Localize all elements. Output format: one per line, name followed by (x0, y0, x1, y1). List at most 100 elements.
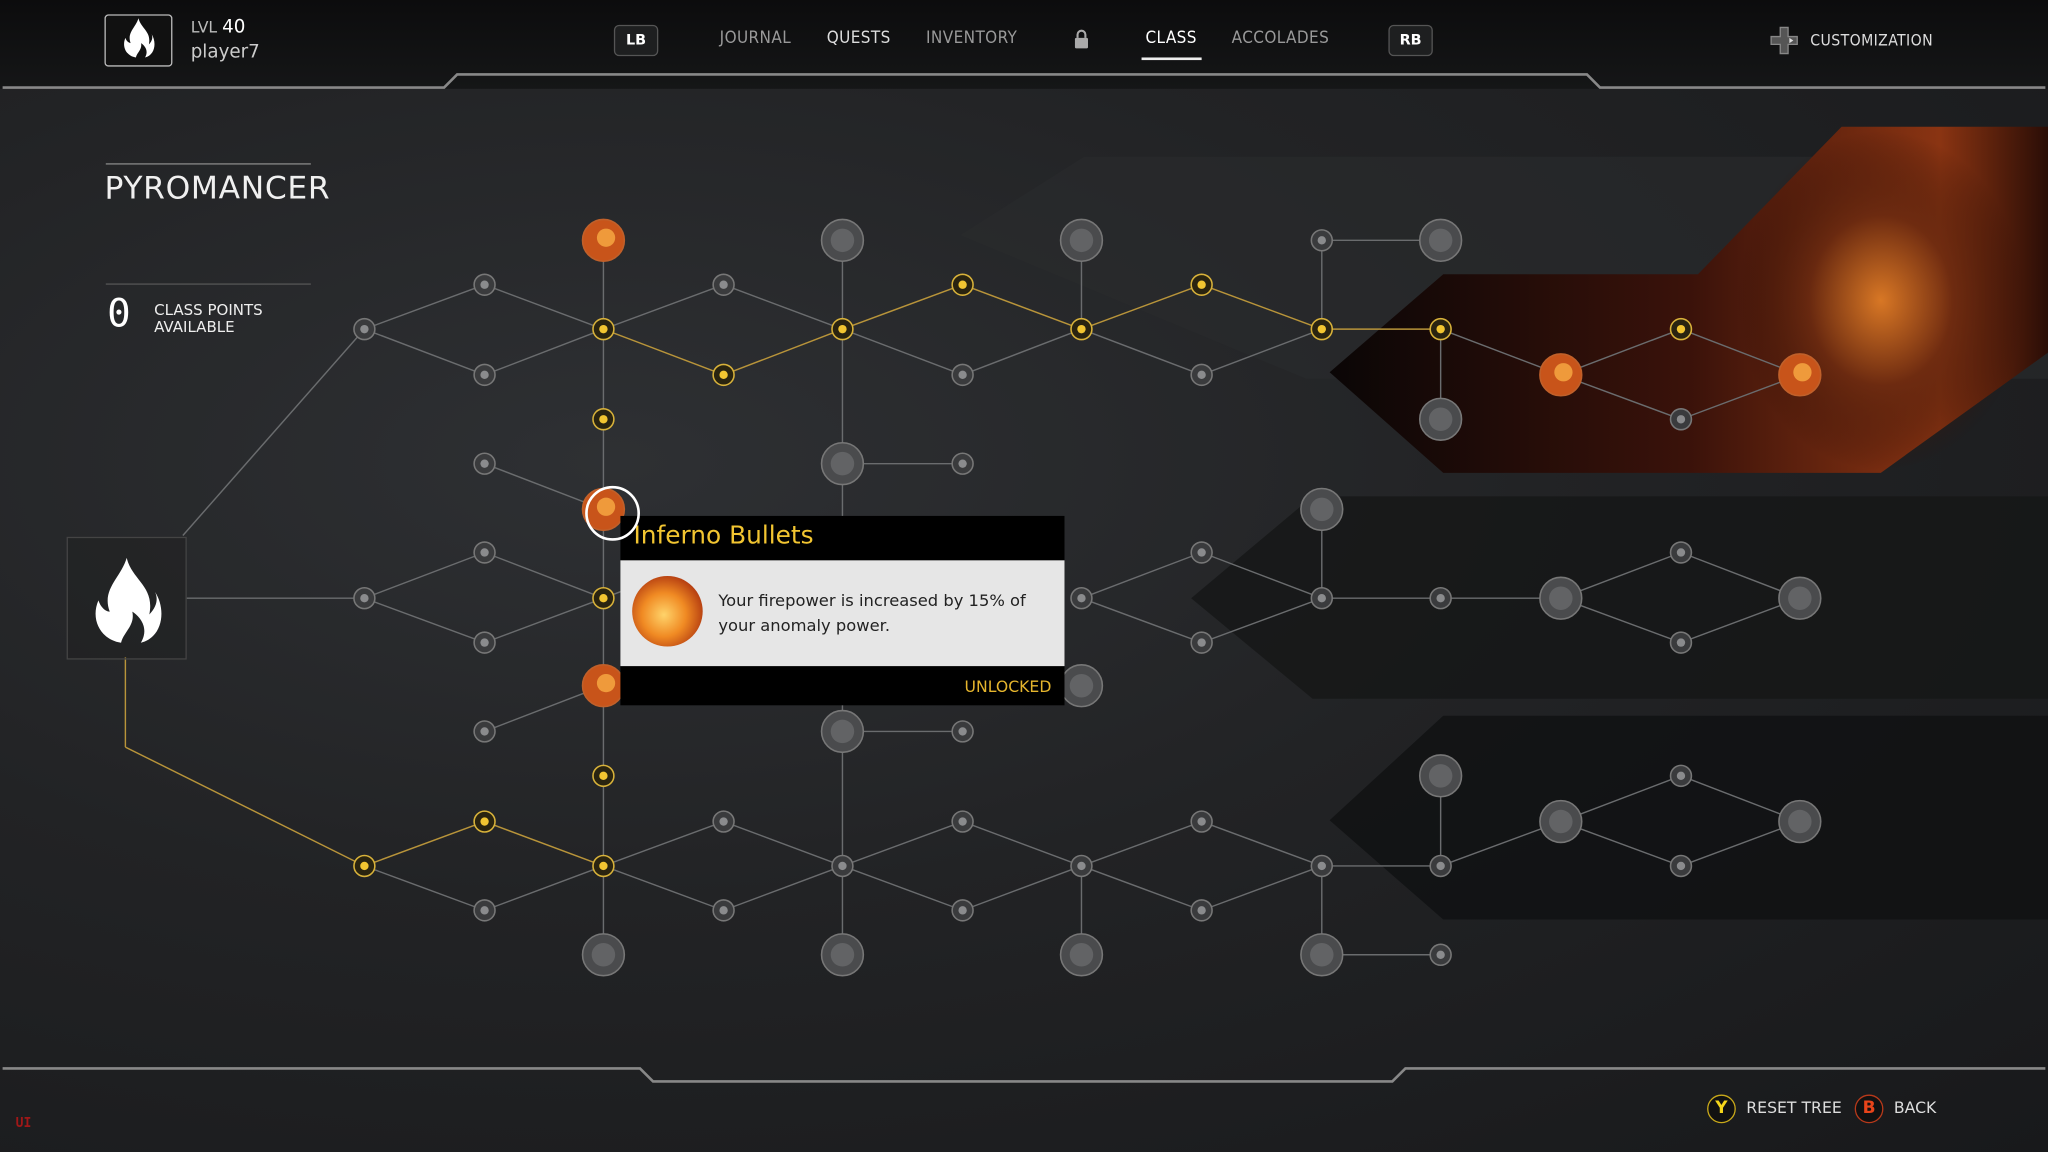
skill-portrait-icon (1428, 764, 1453, 788)
tree-connector (962, 820, 1082, 867)
skill-node-glyph-icon (719, 280, 728, 289)
tree-connector (484, 597, 604, 644)
skill-node-glyph-icon (958, 727, 967, 736)
skill-node-glyph-icon (599, 415, 608, 424)
divider (105, 283, 311, 285)
tab-quests[interactable]: QUESTS (827, 29, 891, 49)
tree-connector (723, 865, 843, 912)
tree-connector (1081, 820, 1202, 867)
rb-button[interactable]: RB (1388, 24, 1433, 57)
player-name: player7 (190, 41, 260, 63)
skill-node-glyph-icon (599, 594, 608, 603)
lb-button[interactable]: LB (613, 24, 659, 57)
skill-portrait-icon (1549, 586, 1573, 610)
reset-tree-button[interactable]: RESET TREE (1746, 1098, 1841, 1116)
tree-connector (1081, 328, 1202, 376)
skill-node-glyph-icon (1436, 861, 1445, 871)
skill-node-glyph-icon (1676, 548, 1686, 557)
skill-node-glyph-icon (1676, 324, 1686, 334)
y-button-icon: Y (1707, 1094, 1736, 1124)
skill-node-glyph-icon (1197, 906, 1206, 915)
skill-portrait-icon (830, 451, 855, 476)
skill-node-glyph-icon (958, 459, 967, 468)
skill-node-glyph-icon (599, 861, 608, 871)
divider (105, 163, 311, 165)
lock-icon[interactable] (1074, 29, 1090, 55)
points-label-line2: AVAILABLE (154, 317, 235, 336)
tab-class[interactable]: CLASS (1145, 29, 1196, 49)
tree-connector (723, 820, 843, 867)
skill-node-glyph-icon (719, 817, 728, 826)
tree-connector (484, 865, 604, 912)
points-label-line1: CLASS POINTS (154, 300, 263, 319)
tree-connector (603, 284, 724, 330)
skill-node-glyph-icon (958, 280, 967, 289)
skill-node-glyph-icon (1317, 594, 1326, 603)
tree-connector (1081, 597, 1202, 644)
tree-connector (842, 865, 963, 912)
skill-portrait-icon (1310, 943, 1334, 967)
skill-node-glyph-icon (1317, 861, 1326, 871)
skill-portrait-icon (591, 943, 616, 967)
footer-divider (2, 1067, 2046, 1083)
tree-connector (182, 328, 365, 536)
tree-connector (364, 597, 485, 644)
skill-node-glyph-icon (1077, 324, 1086, 334)
skill-node-glyph-icon (1197, 817, 1206, 826)
flame-icon (124, 18, 155, 58)
class-screen: LVL 40 player7 LB JOURNAL QUESTS INVENTO… (0, 0, 2048, 1152)
tree-connector (484, 820, 604, 867)
skill-node-glyph-icon (1676, 771, 1686, 781)
class-root-node[interactable] (66, 536, 187, 660)
tree-connector (364, 865, 485, 912)
skill-node-glyph-icon (480, 638, 489, 647)
skill-node-glyph-icon (958, 817, 967, 826)
hero-figure (1737, 130, 2025, 471)
customization-button[interactable]: CUSTOMIZATION (1810, 31, 1933, 49)
skill-portrait-icon (1069, 228, 1094, 253)
tab-inventory[interactable]: INVENTORY (926, 29, 1017, 49)
player-level: LVL 40 (191, 17, 246, 38)
tree-connector (1201, 820, 1323, 867)
fire-skill-icon (1793, 363, 1812, 382)
flame-icon (95, 557, 162, 643)
skill-node-glyph-icon (719, 370, 728, 380)
skill-portrait-icon (1310, 497, 1334, 522)
active-tab-underline (1141, 57, 1202, 61)
dpad-icon (1770, 26, 1799, 60)
skill-node-glyph-icon (480, 906, 489, 915)
tree-connector (484, 551, 604, 599)
skill-node-glyph-icon (360, 861, 369, 871)
skill-status: UNLOCKED (964, 677, 1052, 697)
class-emblem (104, 14, 173, 67)
fire-skill-icon (596, 673, 616, 693)
back-button[interactable]: BACK (1894, 1098, 1936, 1116)
tab-journal[interactable]: JOURNAL (720, 29, 791, 49)
skill-description: Your firepower is increased by 15% of yo… (718, 590, 1026, 635)
skill-node-glyph-icon (480, 727, 489, 736)
fire-skill-icon (1554, 363, 1573, 382)
skill-node-glyph-icon (1317, 236, 1326, 245)
debug-tag: UI (15, 1116, 32, 1132)
skill-name: Inferno Bullets (633, 521, 814, 550)
tree-connector (962, 865, 1082, 912)
tree-connector (603, 328, 724, 376)
b-button-icon: B (1854, 1094, 1884, 1124)
skill-node-glyph-icon (1317, 324, 1326, 334)
skill-portrait-icon (830, 943, 855, 967)
skill-portrait-icon (830, 719, 855, 744)
skill-node-glyph-icon (480, 280, 489, 289)
tab-accolades[interactable]: ACCOLADES (1232, 29, 1330, 49)
tree-connector (484, 284, 604, 330)
skill-node-glyph-icon (1436, 324, 1445, 334)
tree-connector (364, 551, 485, 599)
tree-connector (1081, 865, 1202, 912)
fire-skill-icon (596, 228, 616, 247)
tree-connector (1081, 551, 1202, 599)
skill-node-glyph-icon (838, 324, 847, 334)
skill-node-glyph-icon (1436, 950, 1445, 959)
header-divider (2, 73, 2046, 89)
skill-node-glyph-icon (958, 906, 967, 915)
selection-ring (585, 485, 640, 541)
skill-portrait-icon (1069, 943, 1094, 967)
